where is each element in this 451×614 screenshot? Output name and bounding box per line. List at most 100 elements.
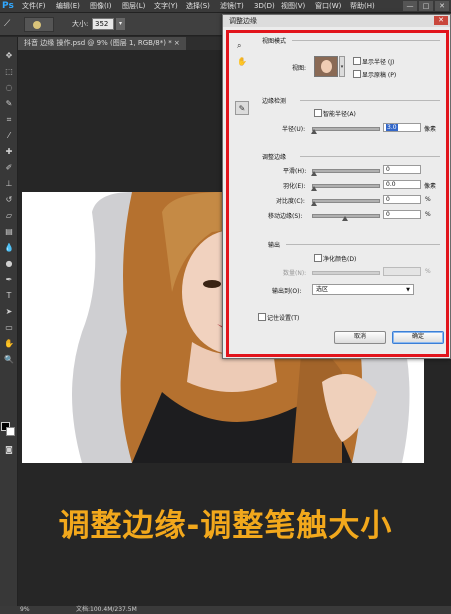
remember-settings-checkbox[interactable]	[258, 313, 266, 321]
cancel-button[interactable]: 取消	[334, 331, 386, 344]
dodge-tool-icon[interactable]: ●	[3, 259, 15, 269]
radius-input[interactable]: 3.0	[383, 123, 421, 132]
output-to-select[interactable]: 选区 ▼	[312, 284, 414, 295]
menu-window[interactable]: 窗口(W)	[315, 0, 341, 13]
brush-preset-picker[interactable]	[24, 17, 54, 32]
contrast-slider[interactable]	[312, 199, 380, 203]
move-tool-icon[interactable]: ✥	[3, 51, 15, 61]
show-radius-label: 显示半径 (J)	[362, 59, 395, 66]
size-dropdown-button[interactable]: ▾	[116, 18, 125, 30]
eyedropper-tool-icon[interactable]: ⁄	[3, 131, 15, 141]
quick-mask-icon[interactable]: ◙	[3, 445, 15, 455]
crop-tool-icon[interactable]: ⌗	[3, 115, 15, 125]
close-window-button[interactable]: ✕	[435, 1, 449, 11]
smart-radius-checkbox[interactable]	[314, 109, 322, 117]
size-label: 大小:	[72, 20, 89, 28]
feather-label: 羽化(E):	[283, 183, 306, 190]
output-header: 输出	[268, 242, 281, 249]
menu-3d[interactable]: 3D(D)	[254, 0, 275, 13]
brush-tip-icon	[33, 21, 41, 29]
smooth-label: 平滑(H):	[283, 168, 307, 175]
stamp-tool-icon[interactable]: ⊥	[3, 179, 15, 189]
brush-tool-panel-icon[interactable]: ✐	[3, 163, 15, 173]
shift-edge-slider-knob[interactable]	[342, 216, 348, 221]
view-mode-header: 视图模式	[262, 38, 287, 45]
shift-edge-input[interactable]: 0	[383, 210, 421, 219]
contrast-label: 对比度(C):	[276, 198, 305, 205]
type-tool-icon[interactable]: T	[3, 291, 15, 301]
zoom-readout[interactable]: 9%	[20, 606, 30, 614]
shift-edge-unit: %	[425, 211, 431, 218]
menu-help[interactable]: 帮助(H)	[350, 0, 375, 13]
eraser-tool-icon[interactable]: ▱	[3, 211, 15, 221]
radius-slider[interactable]	[312, 127, 380, 131]
maximize-button[interactable]: □	[419, 1, 433, 11]
menu-file[interactable]: 文件(F)	[22, 0, 46, 13]
output-to-value: 选区	[316, 286, 329, 293]
dialog-close-button[interactable]: ✕	[434, 16, 448, 25]
feather-unit: 像素	[424, 183, 437, 190]
contrast-slider-knob[interactable]	[311, 201, 317, 206]
radius-unit: 像素	[424, 126, 437, 133]
decontaminate-label: 净化颜色(D)	[323, 256, 357, 263]
minimize-button[interactable]: —	[403, 1, 417, 11]
show-original-checkbox[interactable]	[353, 70, 361, 78]
hand-tool-icon[interactable]: ✋	[3, 339, 15, 349]
smooth-slider-knob[interactable]	[311, 171, 317, 176]
brush-size-input[interactable]: 352	[92, 18, 114, 30]
radius-value: 3.0	[386, 124, 398, 131]
history-brush-icon[interactable]: ↺	[3, 195, 15, 205]
show-radius-checkbox[interactable]	[353, 57, 361, 65]
smooth-slider[interactable]	[312, 169, 380, 173]
smart-radius-label: 智能半径(A)	[323, 111, 356, 118]
amount-unit: %	[425, 268, 431, 275]
shift-edge-label: 移动边缘(S):	[268, 213, 303, 220]
gradient-tool-icon[interactable]: ▤	[3, 227, 15, 237]
menu-view[interactable]: 视图(V)	[281, 0, 305, 13]
shape-tool-icon[interactable]: ▭	[3, 323, 15, 333]
radius-slider-knob[interactable]	[311, 129, 317, 134]
menu-image[interactable]: 图像(I)	[90, 0, 112, 13]
menu-select[interactable]: 选择(S)	[186, 0, 210, 13]
edge-detection-header: 边缘检测	[262, 98, 287, 105]
path-select-tool-icon[interactable]: ➤	[3, 307, 15, 317]
decontaminate-checkbox[interactable]	[314, 254, 322, 262]
feather-slider-knob[interactable]	[311, 186, 317, 191]
menu-layer[interactable]: 图层(L)	[122, 0, 145, 13]
blur-tool-icon[interactable]: 💧	[3, 243, 15, 253]
pen-tool-icon[interactable]: ✒	[3, 275, 15, 285]
video-caption: 调整边缘-调整笔触大小	[58, 508, 393, 544]
app-logo: Ps	[2, 1, 14, 11]
contrast-unit: %	[425, 196, 431, 203]
ok-button[interactable]: 确定	[392, 331, 444, 344]
adjust-edge-header: 调整边缘	[262, 154, 287, 161]
group-divider	[300, 100, 440, 101]
quick-select-tool-icon[interactable]: ✎	[3, 99, 15, 109]
chevron-down-icon: ▼	[406, 287, 410, 293]
document-tab[interactable]: 抖音 边缘 操作.psd @ 9% (图层 1, RGB/8*) * ×	[18, 37, 186, 50]
amount-input	[383, 267, 421, 276]
view-label: 视图:	[292, 65, 307, 72]
feather-input[interactable]: 0.0	[383, 180, 421, 189]
highlight-frame	[226, 30, 449, 357]
view-thumbnail-picker[interactable]	[314, 56, 338, 77]
healing-tool-icon[interactable]: ✚	[3, 147, 15, 157]
feather-slider[interactable]	[312, 184, 380, 188]
dialog-title: 调整边缘	[223, 15, 450, 27]
brush-tool-icon[interactable]: ⟋	[4, 19, 16, 29]
background-color-swatch[interactable]	[6, 427, 15, 436]
menu-type[interactable]: 文字(Y)	[154, 0, 178, 13]
view-dropdown-button[interactable]: ▾	[339, 56, 345, 77]
marquee-tool-icon[interactable]: ⬚	[3, 67, 15, 77]
lasso-tool-icon[interactable]: ◌	[3, 83, 15, 93]
thumbnail-face-icon	[321, 60, 332, 73]
show-original-label: 显示原稿 (P)	[362, 72, 397, 79]
contrast-input[interactable]: 0	[383, 195, 421, 204]
amount-label: 数量(N):	[283, 270, 307, 277]
zoom-tool-icon[interactable]: 🔍	[3, 355, 15, 365]
menu-edit[interactable]: 编辑(E)	[56, 0, 80, 13]
smooth-input[interactable]: 0	[383, 165, 421, 174]
group-divider	[300, 156, 440, 157]
menu-filter[interactable]: 滤镜(T)	[220, 0, 244, 13]
radius-label: 半径(U):	[282, 126, 306, 133]
